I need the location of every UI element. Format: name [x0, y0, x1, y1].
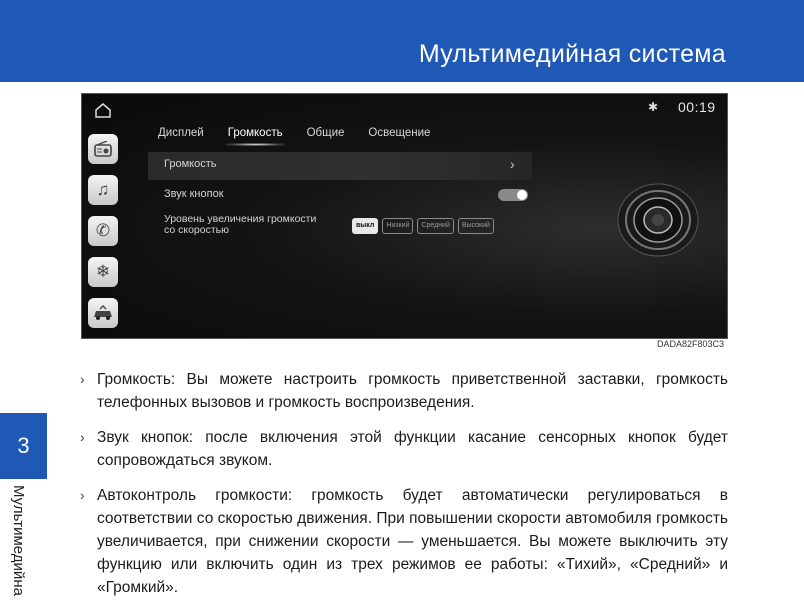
list-item-text: Громкость: Вы можете настроить громкость…: [97, 371, 728, 411]
image-code: DADA82F803C3: [657, 339, 725, 349]
list-item: › Громкость: Вы можете настроить громкос…: [80, 368, 728, 414]
description-list: › Громкость: Вы можете настроить громкос…: [80, 368, 728, 611]
option-high[interactable]: Высокий: [457, 218, 494, 234]
settings-tabs: Дисплей Громкость Общие Освещение: [158, 127, 454, 146]
volume-row[interactable]: Громкость ›: [148, 152, 532, 180]
radio-icon[interactable]: [88, 134, 118, 164]
climate-icon[interactable]: ❄: [88, 257, 118, 287]
vehicle-icon[interactable]: [88, 298, 118, 328]
tab-display[interactable]: Дисплей: [158, 127, 204, 139]
infotainment-screen: ✱ 00:19 ♫ ✆ ❄ Дисплей Громкость Общие Ос…: [81, 93, 728, 339]
list-item: › Звук кнопок: после включения этой функ…: [80, 426, 728, 472]
chapter-side-text: Мультимедийна: [10, 485, 27, 596]
option-off[interactable]: выкл: [352, 218, 379, 234]
option-medium[interactable]: Средний: [417, 218, 454, 234]
speaker-graphic: [617, 183, 699, 257]
tab-general[interactable]: Общие: [307, 127, 345, 139]
list-item-text: Автоконтроль громкости: громкость будет …: [97, 487, 728, 596]
clock: 00:19: [678, 99, 716, 115]
key-sound-row: Звук кнопок: [148, 186, 532, 206]
phone-icon[interactable]: ✆: [88, 216, 118, 246]
list-item-text: Звук кнопок: после включения этой функци…: [97, 429, 728, 469]
option-low[interactable]: Низкий: [382, 218, 414, 234]
tab-volume[interactable]: Громкость: [225, 127, 285, 146]
home-icon[interactable]: [94, 102, 112, 118]
key-sound-label: Звук кнопок: [164, 188, 224, 200]
volume-label: Громкость: [164, 158, 217, 170]
page-title: Мультимедийная система: [418, 40, 726, 68]
music-icon[interactable]: ♫: [88, 175, 118, 205]
chapter-side-label: Мультимедийна: [10, 485, 34, 609]
volume-settings-panel: Громкость › Звук кнопок Уровень увеличен…: [148, 152, 532, 250]
chapter-number: 3: [0, 413, 47, 479]
page-header: Мультимедийная система: [0, 0, 804, 82]
list-item: › Автоконтроль громкости: громкость буде…: [80, 484, 728, 599]
bullet-chevron-icon: ›: [80, 371, 85, 387]
speed-volume-options: выкл Низкий Средний Высокий: [352, 218, 494, 234]
tab-lighting[interactable]: Освещение: [368, 127, 430, 139]
bluetooth-icon: ✱: [648, 100, 659, 114]
speed-volume-row: Уровень увеличения громкости со скорость…: [148, 214, 532, 244]
key-sound-toggle[interactable]: [498, 189, 528, 201]
speed-volume-label: Уровень увеличения громкости со скорость…: [164, 213, 317, 236]
bullet-chevron-icon: ›: [80, 487, 85, 503]
chevron-right-icon: ›: [510, 156, 515, 172]
bullet-chevron-icon: ›: [80, 429, 85, 445]
